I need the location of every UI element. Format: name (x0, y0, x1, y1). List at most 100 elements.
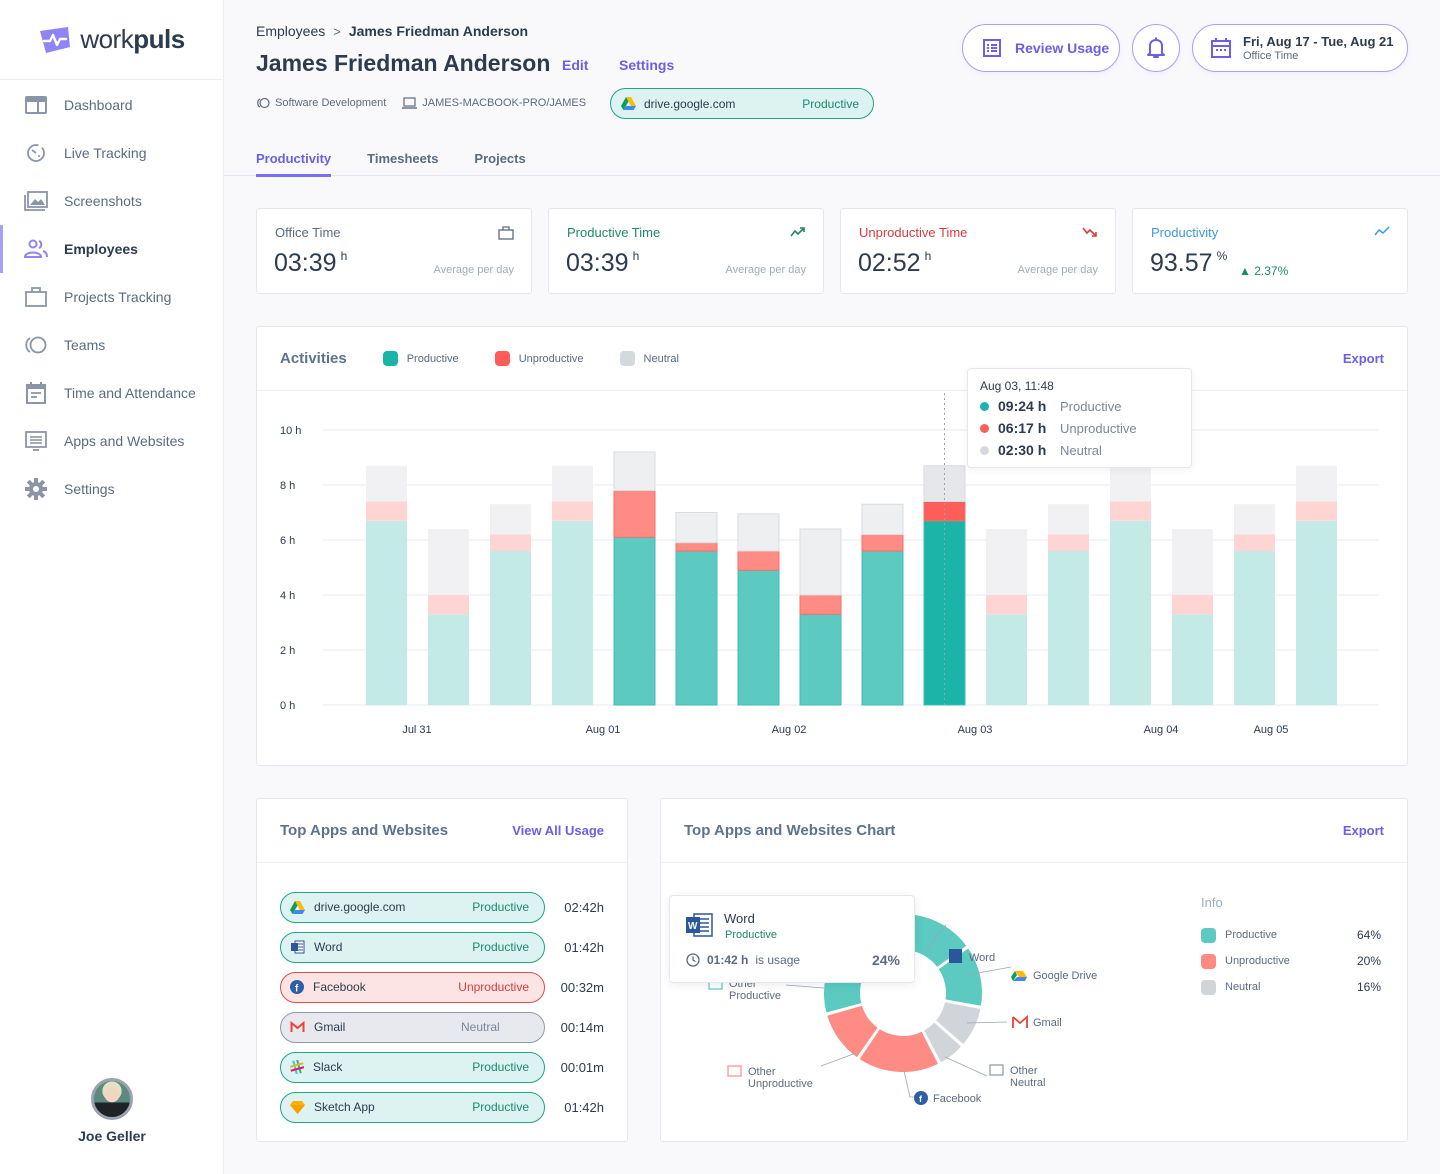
view-all-usage-link[interactable]: View All Usage (512, 823, 604, 838)
bar-segment-neutral[interactable] (1110, 465, 1151, 502)
line-chart-icon (1374, 226, 1390, 236)
top-apps-panel: Top Apps and Websites View All Usage dri… (256, 798, 628, 1142)
bar-segment-neutral[interactable] (799, 528, 842, 596)
bar-segment-neutral[interactable] (1048, 504, 1089, 535)
donut-label-facebook: f Facebook (914, 1091, 982, 1105)
dot-icon (980, 401, 989, 411)
app-pill[interactable]: Gmail Neutral (280, 1011, 545, 1043)
current-app-name: drive.google.com (644, 96, 736, 111)
bar-segment-neutral[interactable] (552, 465, 593, 502)
laptop-icon (402, 97, 418, 109)
bar-segment-unproductive[interactable] (1048, 534, 1089, 552)
bar-segment-unproductive[interactable] (737, 550, 780, 571)
bar-segment-productive[interactable] (1110, 520, 1151, 705)
bar-segment-neutral[interactable] (428, 529, 469, 595)
review-usage-button[interactable]: Review Usage (962, 24, 1120, 72)
sidebar-item-label: Employees (64, 241, 138, 257)
avatar[interactable] (91, 1078, 133, 1120)
bar-segment-productive[interactable] (675, 550, 718, 706)
bar-segment-unproductive[interactable] (490, 534, 531, 552)
donut-export-button[interactable]: Export (1343, 823, 1384, 838)
legend-neutral[interactable]: Neutral (619, 351, 679, 366)
bar-segment-productive[interactable] (986, 614, 1027, 705)
bar-segment-unproductive[interactable] (366, 501, 407, 521)
bar-segment-productive[interactable] (1048, 551, 1089, 705)
bar-segment-unproductive[interactable] (1296, 501, 1337, 521)
activities-header: Activities Productive Unproductive Neutr… (257, 327, 1407, 391)
bar-segment-unproductive[interactable] (799, 594, 842, 615)
bar-segment-unproductive[interactable] (1110, 501, 1151, 521)
bar-segment-neutral[interactable] (675, 512, 718, 544)
bar-segment-productive[interactable] (366, 520, 407, 705)
sidebar-item-apps-websites[interactable]: Apps and Websites (0, 417, 223, 465)
bar-segment-productive[interactable] (428, 614, 469, 705)
app-pill[interactable]: Slack Productive (280, 1051, 545, 1083)
app-pill[interactable]: Sketch App Productive (280, 1091, 545, 1123)
bar-segment-productive[interactable] (737, 569, 780, 706)
bar-segment-productive[interactable] (613, 536, 656, 706)
bar-segment-productive[interactable] (799, 613, 842, 706)
sketch-icon (290, 1100, 305, 1114)
bar-segment-productive[interactable] (861, 550, 904, 706)
sidebar-item-projects-tracking[interactable]: Projects Tracking (0, 273, 223, 321)
tab-timesheets[interactable]: Timesheets (367, 140, 438, 176)
sidebar-item-live-tracking[interactable]: Live Tracking (0, 129, 223, 177)
bar-segment-neutral[interactable] (737, 513, 780, 552)
review-usage-label: Review Usage (1015, 40, 1110, 56)
legend-unproductive[interactable]: Unproductive (494, 351, 584, 366)
bar-segment-unproductive[interactable] (1172, 595, 1213, 615)
bar-segment-neutral[interactable] (1234, 504, 1275, 535)
google-drive-icon (290, 900, 305, 914)
sidebar-nav: Dashboard Live Tracking Screenshots Empl… (0, 80, 223, 513)
bar-segment-neutral[interactable] (613, 451, 656, 491)
app-pill[interactable]: f Facebook Unproductive (280, 971, 545, 1003)
bar-segment-unproductive[interactable] (1234, 534, 1275, 552)
chart-tooltip: Aug 03, 11:48 09:24 h Productive 06:17 hU… (967, 368, 1192, 468)
settings-link[interactable]: Settings (619, 57, 674, 73)
bar-segment-neutral[interactable] (366, 465, 407, 502)
word-icon (290, 940, 305, 954)
app-status: Unproductive (458, 980, 529, 994)
google-drive-icon (621, 97, 636, 110)
sidebar-item-screenshots[interactable]: Screenshots (0, 177, 223, 225)
legend-productive[interactable]: Productive (382, 351, 459, 366)
logo[interactable]: workpuls (0, 0, 223, 80)
bar-segment-unproductive[interactable] (675, 542, 718, 552)
bar-segment-unproductive[interactable] (986, 595, 1027, 615)
bar-segment-productive[interactable] (490, 551, 531, 705)
card-app-status: Productive (725, 929, 777, 941)
sidebar-item-dashboard[interactable]: Dashboard (0, 81, 223, 129)
sidebar-item-employees[interactable]: Employees (0, 225, 223, 273)
bar-segment-unproductive[interactable] (552, 501, 593, 521)
bar-segment-neutral[interactable] (490, 504, 531, 535)
notifications-button[interactable] (1132, 24, 1180, 72)
current-app-badge[interactable]: drive.google.com Productive (610, 88, 874, 119)
app-pill[interactable]: drive.google.com Productive (280, 891, 545, 923)
stat-title: Productivity (1151, 225, 1219, 240)
sidebar-item-label: Screenshots (64, 193, 142, 209)
bar-segment-neutral[interactable] (861, 503, 904, 535)
breadcrumb-employees[interactable]: Employees (256, 23, 325, 39)
bar-segment-neutral[interactable] (1296, 465, 1337, 502)
bar-segment-unproductive[interactable] (428, 595, 469, 615)
bar-segment-neutral[interactable] (986, 529, 1027, 595)
bar-segment-productive[interactable] (1234, 551, 1275, 705)
bar-segment-unproductive[interactable] (613, 490, 656, 538)
bar-segment-productive[interactable] (1296, 520, 1337, 705)
sidebar: workpuls Dashboard Live Tracking Screens… (0, 0, 224, 1174)
sidebar-item-time-attendance[interactable]: Time and Attendance (0, 369, 223, 417)
tab-projects[interactable]: Projects (474, 140, 525, 176)
edit-link[interactable]: Edit (562, 57, 588, 73)
bar-segment-productive[interactable] (1172, 614, 1213, 705)
activities-export-button[interactable]: Export (1343, 351, 1384, 366)
user-profile[interactable]: Joe Geller (0, 1078, 224, 1144)
sidebar-item-teams[interactable]: Teams (0, 321, 223, 369)
sidebar-item-settings[interactable]: Settings (0, 465, 223, 513)
bar-segment-productive[interactable] (552, 520, 593, 705)
tab-productivity[interactable]: Productivity (256, 140, 332, 177)
google-drive-icon (1015, 971, 1027, 977)
bar-segment-unproductive[interactable] (861, 534, 904, 552)
date-range-picker[interactable]: Fri, Aug 17 - Tue, Aug 21 Office Time (1192, 24, 1408, 72)
bar-segment-neutral[interactable] (1172, 529, 1213, 595)
app-pill[interactable]: Word Productive (280, 931, 545, 963)
